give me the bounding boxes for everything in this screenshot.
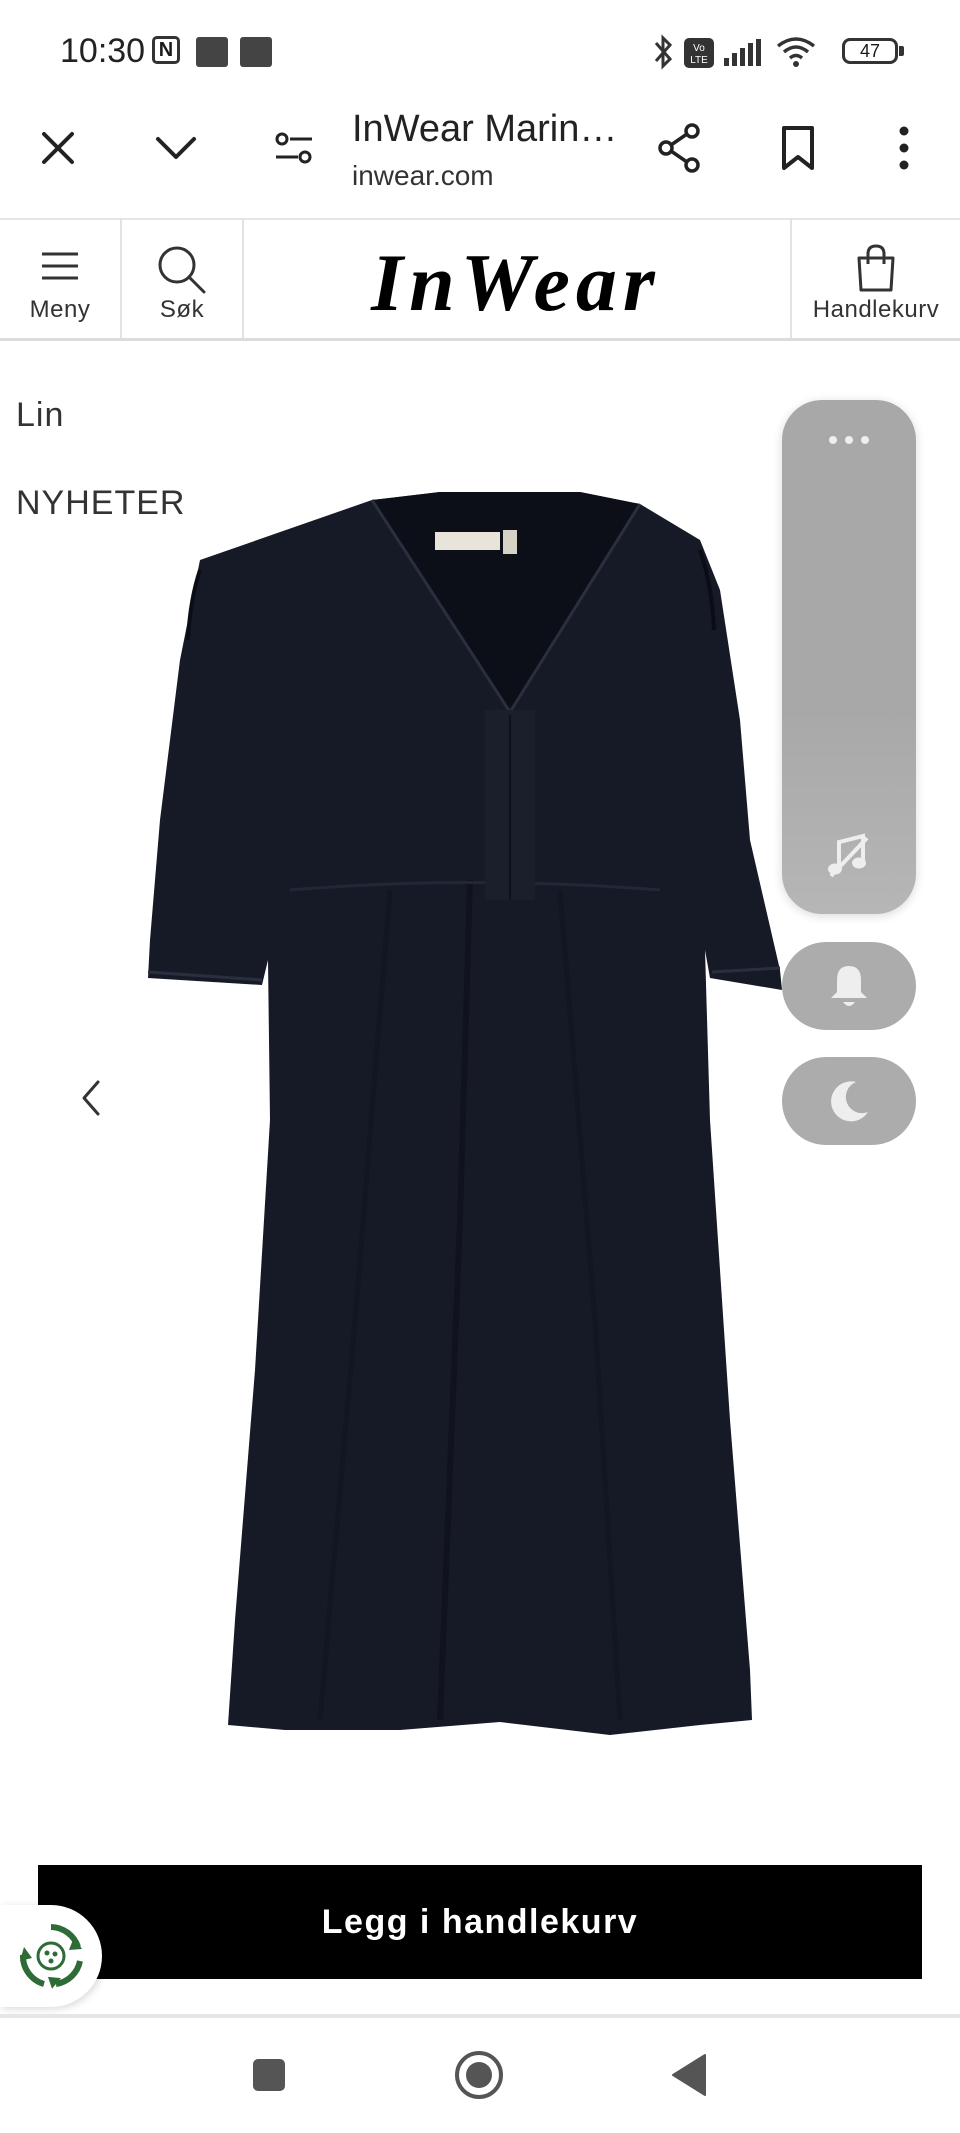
back-triangle-icon: [672, 2054, 706, 2096]
brand-logo[interactable]: InWear: [246, 236, 786, 330]
moon-icon: [831, 1081, 868, 1122]
tune-icon: [275, 132, 312, 164]
menu-button[interactable]: Meny: [0, 218, 120, 338]
site-settings-button[interactable]: [262, 116, 326, 180]
chevron-left-icon[interactable]: [72, 1068, 112, 1128]
more-horiz-icon[interactable]: [827, 434, 871, 446]
bookmark-button[interactable]: [766, 116, 830, 180]
page-url[interactable]: inwear.com: [352, 160, 494, 192]
notification-icon: [196, 37, 228, 67]
close-tab-button[interactable]: [26, 116, 90, 180]
chevron-down-icon: [156, 137, 196, 159]
menu-label: Meny: [29, 296, 91, 323]
search-icon: [158, 246, 206, 294]
product-image: [147, 492, 782, 1735]
search-label: Søk: [159, 296, 205, 323]
music-off-icon[interactable]: [827, 832, 871, 878]
shopping-bag-icon: [857, 244, 895, 292]
bell-icon: [831, 966, 867, 1006]
recents-button[interactable]: [234, 2040, 304, 2110]
system-nav-bar: [0, 2018, 960, 2133]
dark-mode-toggle[interactable]: [782, 1057, 916, 1145]
battery-indicator: 47: [842, 38, 898, 64]
battery-tip: [899, 46, 904, 56]
status-time: 10:30: [60, 32, 146, 70]
share-button[interactable]: [648, 116, 712, 180]
bookmark-icon: [782, 126, 814, 170]
close-icon: [42, 132, 74, 164]
volte-icon: Vo LTE: [684, 38, 714, 68]
site-header: Meny Søk InWear Handlekurv: [0, 218, 960, 341]
nfc-icon: N: [152, 36, 180, 64]
notification-toggle[interactable]: [782, 942, 916, 1030]
cart-button[interactable]: Handlekurv: [792, 218, 960, 338]
browser-toolbar: InWear Marin… inwear.com: [0, 100, 960, 220]
cart-label: Handlekurv: [812, 296, 940, 323]
eco-badge[interactable]: [0, 1905, 102, 2007]
more-options-button[interactable]: [872, 116, 936, 180]
svg-text:LTE: LTE: [690, 55, 708, 66]
page-title[interactable]: InWear Marin…: [352, 108, 617, 151]
add-to-cart-button[interactable]: Legg i handlekurv: [38, 1865, 922, 1979]
recents-icon: [253, 2059, 285, 2091]
home-icon: [455, 2051, 503, 2099]
signal-icon: [724, 39, 761, 66]
back-button[interactable]: [654, 2040, 724, 2110]
recycle-icon: [20, 1924, 83, 1989]
home-button[interactable]: [444, 2040, 514, 2110]
bluetooth-icon: [654, 34, 673, 70]
header-divider: [242, 218, 244, 338]
wifi-icon: [776, 37, 816, 67]
svg-text:Vo: Vo: [693, 43, 705, 54]
hamburger-icon: [42, 252, 78, 280]
floating-media-panel[interactable]: [782, 400, 916, 914]
search-button[interactable]: Søk: [122, 218, 242, 338]
product-tag-material: Lin: [16, 396, 65, 434]
expand-button[interactable]: [144, 116, 208, 180]
notification-icon: [240, 37, 272, 67]
more-vert-icon: [899, 126, 909, 170]
status-bar: 10:30 N Vo LTE 47: [0, 0, 960, 100]
share-icon: [658, 123, 700, 173]
